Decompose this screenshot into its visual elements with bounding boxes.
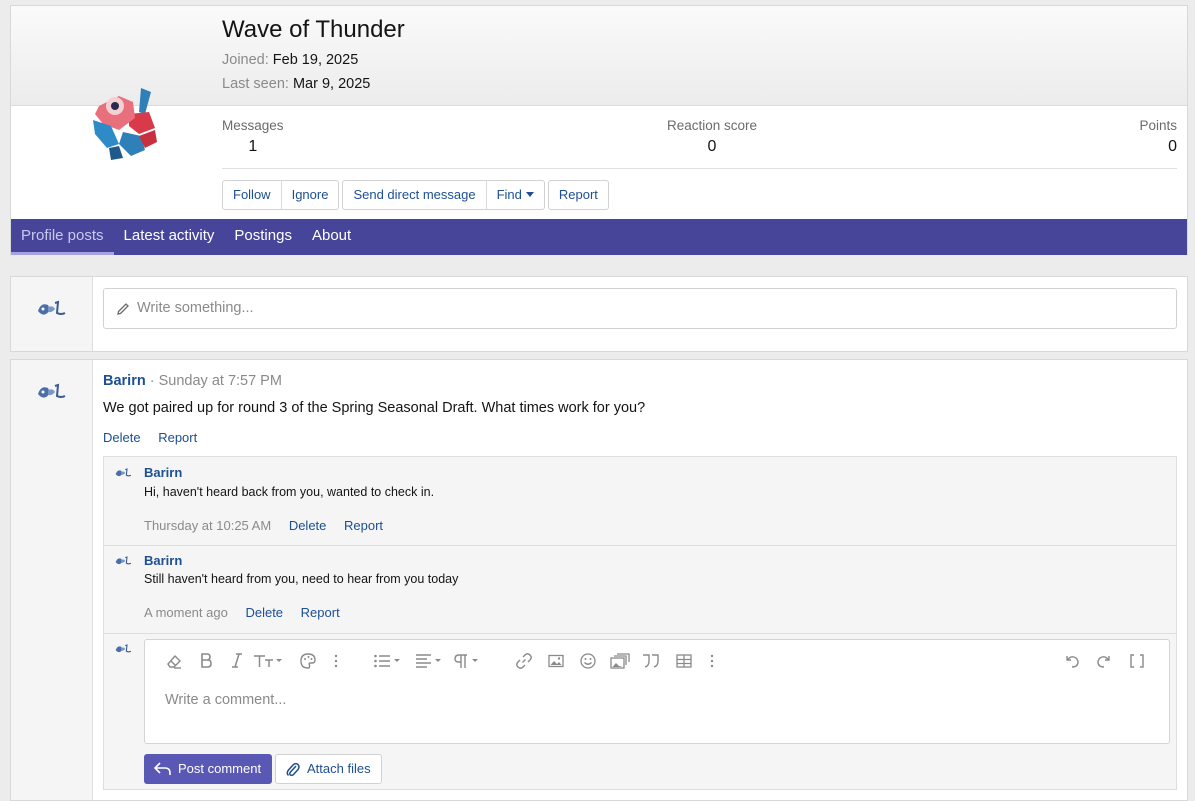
comment-delete-link[interactable]: Delete xyxy=(289,518,327,533)
post-gutter xyxy=(11,360,93,800)
comment-actions: A moment ago Delete Report xyxy=(144,605,354,620)
undo-icon[interactable] xyxy=(1063,652,1081,672)
comment-actions: Thursday at 10:25 AM Delete Report xyxy=(144,518,397,533)
follow-button[interactable]: Follow xyxy=(223,181,282,209)
last-seen-value: Mar 9, 2025 xyxy=(292,76,371,92)
text-size-icon[interactable] xyxy=(253,652,285,672)
post-header: Barirn · Sunday at 7:57 PM xyxy=(103,373,282,389)
more-options-icon[interactable] xyxy=(333,652,339,672)
stat-messages: Messages 1 xyxy=(222,118,284,156)
align-icon[interactable] xyxy=(415,652,445,672)
italic-icon[interactable] xyxy=(231,652,243,672)
bold-icon[interactable] xyxy=(199,652,213,672)
editor-toolbar xyxy=(163,652,1151,672)
composer-gutter xyxy=(11,277,93,351)
comment-text: Hi, haven't heard back from you, wanted … xyxy=(144,485,435,499)
palette-icon[interactable] xyxy=(299,652,317,672)
profile-avatar[interactable] xyxy=(89,84,169,164)
joined-value: Feb 19, 2025 xyxy=(272,52,359,68)
profile-post-composer: Write something... xyxy=(10,276,1188,352)
stat-points-label: Points xyxy=(1139,118,1177,133)
reply-avatar[interactable] xyxy=(114,643,132,655)
reply-icon xyxy=(154,762,171,775)
follow-ignore-group: Follow Ignore xyxy=(222,180,340,210)
find-label: Find xyxy=(496,187,522,202)
comment-timestamp[interactable]: Thursday at 10:25 AM xyxy=(144,518,271,533)
write-something-placeholder: Write something... xyxy=(137,300,254,316)
profile-name: Wave of Thunder xyxy=(222,16,405,43)
tab-latest-activity[interactable]: Latest activity xyxy=(114,219,225,255)
joined-label: Joined: xyxy=(222,52,269,68)
toggle-bbcode-icon[interactable] xyxy=(1129,652,1145,672)
comment-report-link[interactable]: Report xyxy=(301,605,340,620)
find-button[interactable]: Find xyxy=(487,181,544,209)
joined-row: Joined: Feb 19, 2025 xyxy=(222,52,358,68)
stats-divider xyxy=(222,168,1177,169)
list-icon[interactable] xyxy=(373,652,403,672)
message-find-group: Send direct message Find xyxy=(342,180,545,210)
tab-about[interactable]: About xyxy=(302,219,361,255)
comment-item: Barirn Hi, haven't heard back from you, … xyxy=(104,457,1176,546)
link-icon[interactable] xyxy=(515,652,533,672)
profile-tabs: Profile posts Latest activity Postings A… xyxy=(11,219,1187,255)
stat-reaction-value: 0 xyxy=(707,138,717,155)
comment-editor: Write a comment... xyxy=(144,639,1170,744)
post-report-link[interactable]: Report xyxy=(158,430,197,445)
post-author-avatar[interactable] xyxy=(35,382,67,402)
comment-report-link[interactable]: Report xyxy=(344,518,383,533)
stat-reaction-score: Reaction score 0 xyxy=(657,118,767,156)
pencil-icon xyxy=(117,303,129,315)
report-group: Report xyxy=(547,180,609,210)
quote-icon[interactable] xyxy=(641,652,661,672)
profile-post: Barirn · Sunday at 7:57 PM We got paired… xyxy=(10,359,1188,801)
comment-text: Still haven't heard from you, need to he… xyxy=(144,572,459,586)
profile-actions: Follow Ignore Send direct message Find R… xyxy=(222,180,609,210)
comment-input[interactable]: Write a comment... xyxy=(165,692,286,708)
post-body: We got paired up for round 3 of the Spri… xyxy=(103,400,646,416)
caret-down-icon xyxy=(525,192,534,197)
eraser-icon[interactable] xyxy=(165,652,183,672)
stat-points-value: 0 xyxy=(1168,138,1177,155)
table-icon[interactable] xyxy=(675,652,693,672)
comment-avatar[interactable] xyxy=(114,555,132,567)
send-dm-button[interactable]: Send direct message xyxy=(343,181,487,209)
post-separator: · xyxy=(145,373,159,389)
user-avatar[interactable] xyxy=(35,299,67,319)
stat-messages-label: Messages xyxy=(222,118,284,133)
attach-files-label: Attach files xyxy=(307,761,371,776)
comment-timestamp[interactable]: A moment ago xyxy=(144,605,228,620)
post-comment-button[interactable]: Post comment xyxy=(144,754,272,784)
smiley-icon[interactable] xyxy=(579,652,597,672)
tab-profile-posts[interactable]: Profile posts xyxy=(11,219,114,255)
report-profile-button[interactable]: Report xyxy=(549,181,608,209)
comment-author-link[interactable]: Barirn xyxy=(144,553,182,568)
ignore-button[interactable]: Ignore xyxy=(282,181,339,209)
tab-postings[interactable]: Postings xyxy=(224,219,302,255)
paperclip-icon xyxy=(286,762,300,777)
paragraph-icon[interactable] xyxy=(453,652,483,672)
redo-icon[interactable] xyxy=(1095,652,1113,672)
more-insert-icon[interactable] xyxy=(709,652,715,672)
image-icon[interactable] xyxy=(547,652,565,672)
post-timestamp[interactable]: Sunday at 7:57 PM xyxy=(159,373,282,389)
post-delete-link[interactable]: Delete xyxy=(103,430,141,445)
profile-header: Wave of Thunder Joined: Feb 19, 2025 Las… xyxy=(10,5,1188,255)
comment-delete-link[interactable]: Delete xyxy=(245,605,283,620)
last-seen-label: Last seen: xyxy=(222,76,289,92)
write-something-input[interactable]: Write something... xyxy=(103,288,1177,329)
comment-avatar[interactable] xyxy=(114,467,132,479)
comment-item: Barirn Still haven't heard from you, nee… xyxy=(104,545,1176,634)
post-author-link[interactable]: Barirn xyxy=(103,373,146,389)
post-actions: Delete Report xyxy=(103,430,211,445)
last-seen-row: Last seen: Mar 9, 2025 xyxy=(222,76,370,92)
media-gallery-icon[interactable] xyxy=(609,652,631,672)
comment-author-link[interactable]: Barirn xyxy=(144,465,182,480)
stat-reaction-label: Reaction score xyxy=(666,118,758,133)
comments-section: Barirn Hi, haven't heard back from you, … xyxy=(103,456,1177,790)
stat-points: Points 0 xyxy=(1139,118,1177,156)
profile-banner xyxy=(11,6,1187,106)
stat-messages-value: 1 xyxy=(248,138,258,155)
attach-files-button[interactable]: Attach files xyxy=(275,754,382,784)
post-comment-label: Post comment xyxy=(178,761,262,776)
